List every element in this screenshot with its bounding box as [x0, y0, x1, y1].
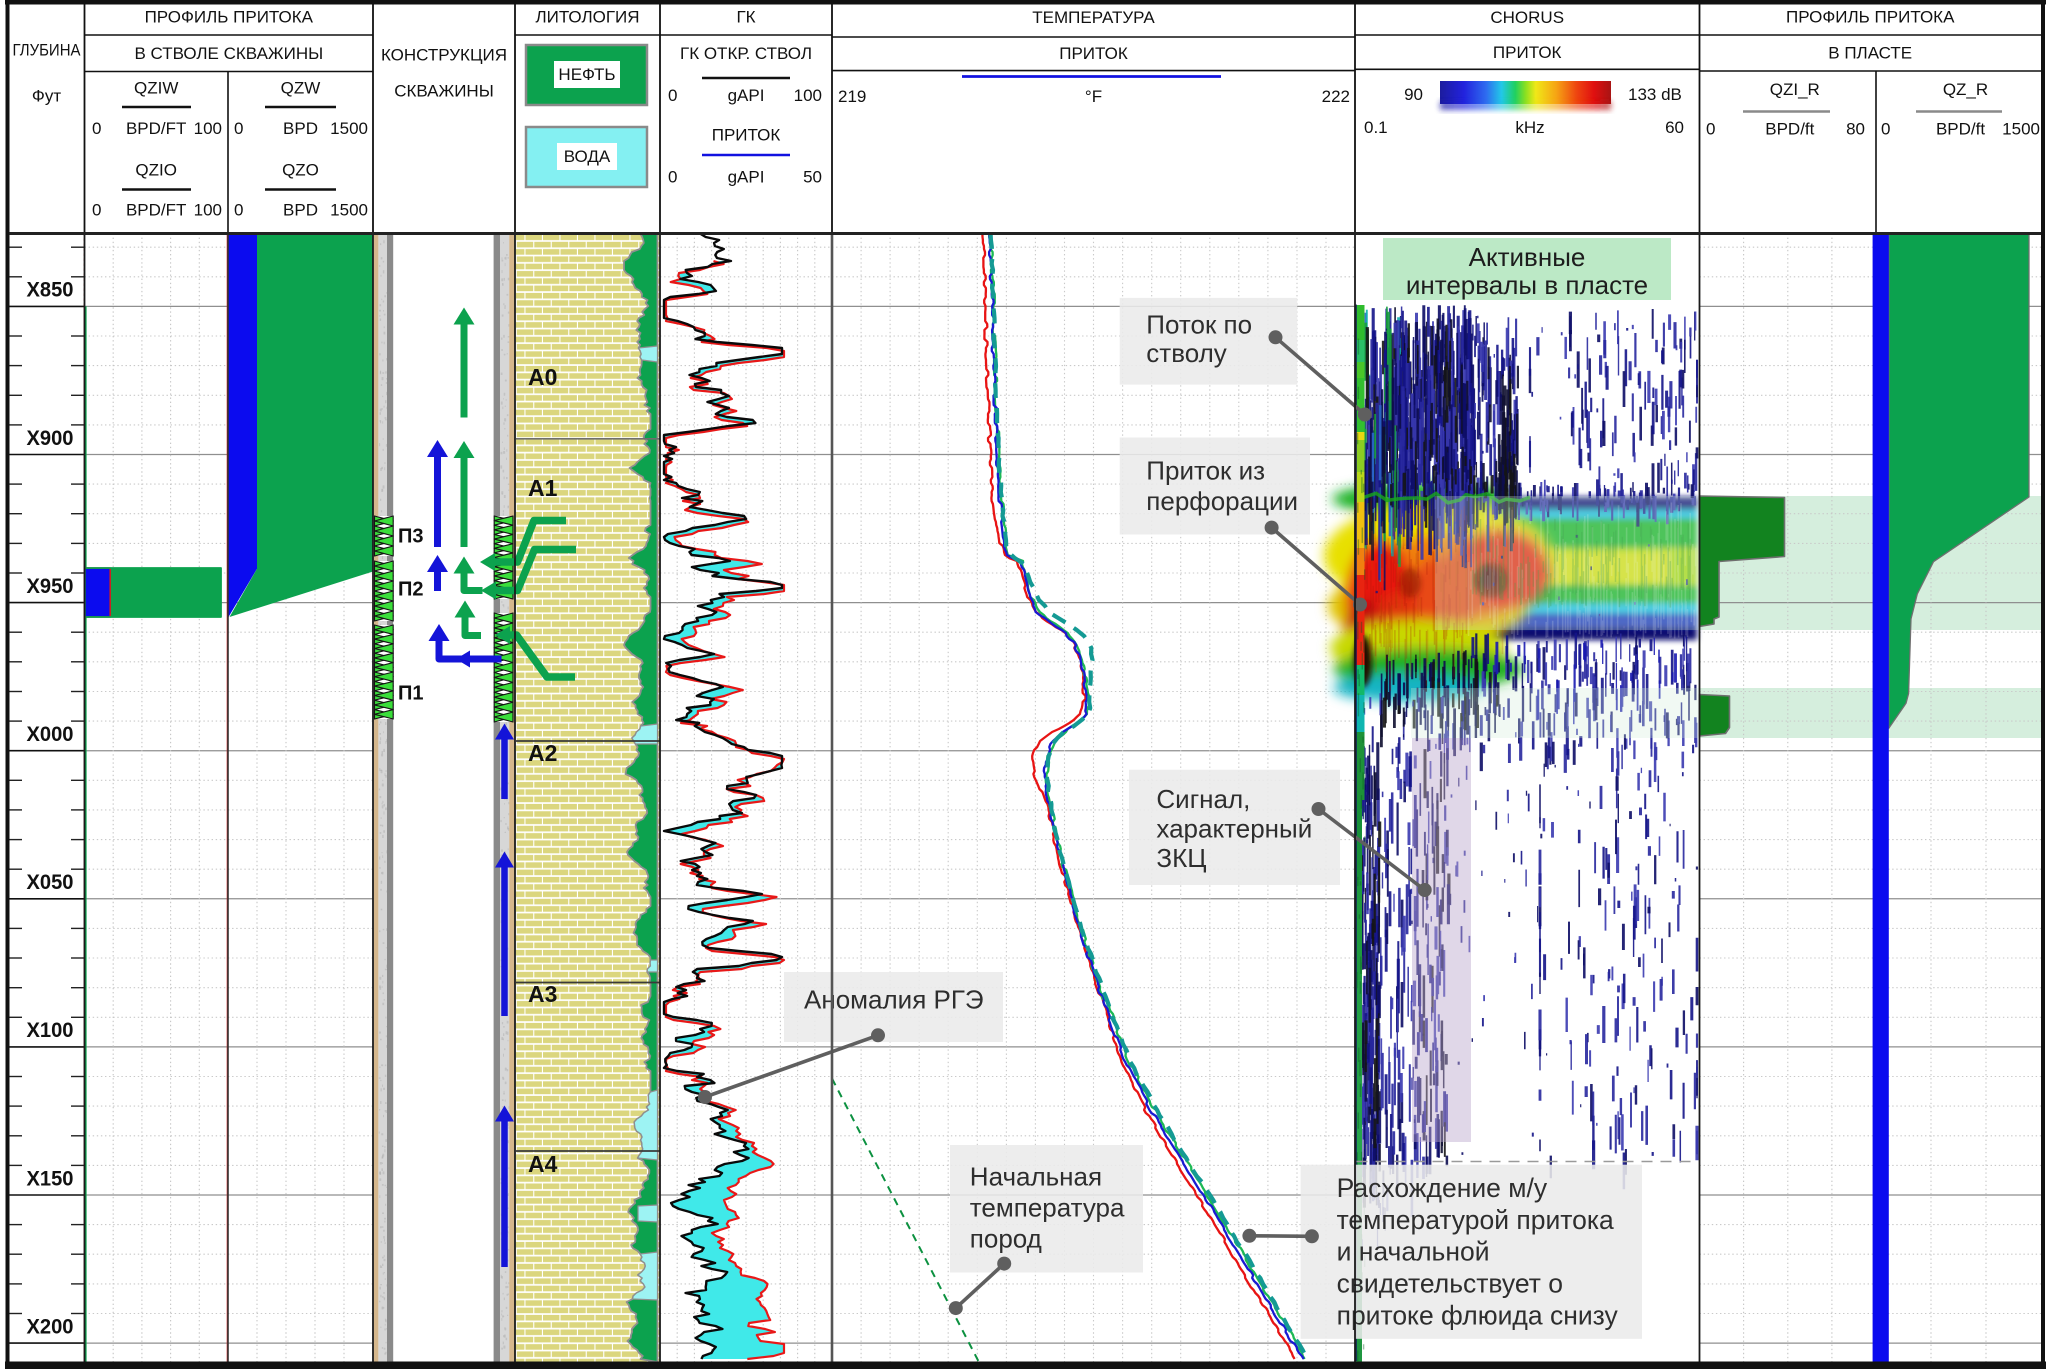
svg-text:Поток по: Поток по	[1146, 309, 1252, 339]
svg-text:BPD/ft: BPD/ft	[1765, 119, 1814, 138]
svg-text:ВОДА: ВОДА	[564, 147, 611, 166]
svg-text:133 dB: 133 dB	[1628, 85, 1682, 104]
svg-text:kHz: kHz	[1515, 118, 1544, 137]
svg-text:свидетельствует о: свидетельствует о	[1337, 1269, 1563, 1299]
svg-text:0: 0	[234, 200, 243, 219]
svg-text:ПРИТОК: ПРИТОК	[1059, 44, 1128, 63]
svg-text:1500: 1500	[330, 119, 368, 138]
svg-text:Приток из: Приток из	[1146, 455, 1265, 485]
svg-text:пород: пород	[970, 1224, 1042, 1254]
svg-text:100: 100	[194, 200, 222, 219]
svg-text:ПРИТОК: ПРИТОК	[712, 125, 781, 144]
svg-text:0: 0	[92, 119, 101, 138]
svg-text:X950: X950	[27, 575, 74, 598]
svg-text:интервалы в пласте: интервалы в пласте	[1406, 270, 1648, 300]
svg-text:0.1: 0.1	[1364, 118, 1388, 137]
svg-text:Расхождение м/у: Расхождение м/у	[1337, 1173, 1548, 1203]
svg-text:A4: A4	[528, 1151, 558, 1177]
svg-text:X100: X100	[27, 1019, 74, 1042]
svg-text:0: 0	[234, 119, 243, 138]
svg-text:характерный: характерный	[1156, 814, 1312, 844]
svg-text:0: 0	[668, 86, 677, 105]
svg-text:X150: X150	[27, 1167, 74, 1190]
svg-text:0: 0	[1706, 119, 1715, 138]
svg-text:gAPI: gAPI	[728, 167, 765, 186]
svg-text:222: 222	[1322, 87, 1350, 106]
svg-text:и начальной: и начальной	[1337, 1237, 1490, 1267]
svg-text:ГК ОТКР. СТВОЛ: ГК ОТКР. СТВОЛ	[680, 44, 812, 63]
svg-text:Активные: Активные	[1469, 242, 1586, 272]
svg-text:перфорации: перфорации	[1146, 486, 1298, 516]
svg-text:0: 0	[668, 167, 677, 186]
svg-text:X200: X200	[27, 1315, 74, 1338]
svg-text:X000: X000	[27, 723, 74, 746]
svg-text:A2: A2	[528, 740, 557, 766]
svg-text:Фут: Фут	[32, 86, 61, 105]
svg-text:219: 219	[838, 87, 866, 106]
svg-text:°F: °F	[1085, 87, 1102, 106]
svg-text:CHORUS: CHORUS	[1490, 8, 1564, 27]
svg-text:СКВАЖИНЫ: СКВАЖИНЫ	[394, 81, 494, 100]
svg-text:0: 0	[92, 200, 101, 219]
svg-text:П3: П3	[398, 525, 424, 547]
svg-text:температура: температура	[970, 1192, 1125, 1222]
svg-text:BPD: BPD	[283, 119, 318, 138]
svg-text:ПРИТОК: ПРИТОК	[1493, 43, 1562, 62]
svg-text:QZI_R: QZI_R	[1770, 80, 1820, 99]
svg-text:A0: A0	[528, 364, 557, 390]
svg-text:60: 60	[1665, 118, 1684, 137]
svg-text:X050: X050	[27, 871, 74, 894]
svg-text:QZIO: QZIO	[135, 160, 177, 179]
svg-text:П2: П2	[398, 578, 424, 600]
svg-text:притоке флюида снизу: притоке флюида снизу	[1337, 1301, 1619, 1331]
svg-text:НЕФТЬ: НЕФТЬ	[558, 65, 615, 84]
svg-text:ТЕМПЕРАТУРА: ТЕМПЕРАТУРА	[1032, 8, 1155, 27]
svg-text:100: 100	[194, 119, 222, 138]
svg-text:QZIW: QZIW	[134, 78, 178, 97]
svg-text:Начальная: Начальная	[970, 1161, 1102, 1191]
svg-text:температурой притока: температурой притока	[1337, 1205, 1614, 1235]
svg-text:QZO: QZO	[282, 160, 319, 179]
svg-text:В СТВОЛЕ СКВАЖИНЫ: В СТВОЛЕ СКВАЖИНЫ	[134, 44, 323, 63]
svg-text:BPD: BPD	[283, 200, 318, 219]
svg-text:1500: 1500	[330, 200, 368, 219]
svg-text:100: 100	[794, 86, 822, 105]
svg-text:В ПЛАСТЕ: В ПЛАСТЕ	[1828, 43, 1912, 62]
svg-text:A3: A3	[528, 981, 557, 1007]
svg-text:ПРОФИЛЬ ПРИТОКА: ПРОФИЛЬ ПРИТОКА	[145, 7, 314, 26]
svg-text:gAPI: gAPI	[728, 86, 765, 105]
svg-text:ГЛУБИНА: ГЛУБИНА	[13, 40, 82, 59]
svg-text:A1: A1	[528, 475, 558, 501]
svg-text:1500: 1500	[2002, 119, 2040, 138]
svg-text:0: 0	[1881, 119, 1890, 138]
svg-text:BPD/FT: BPD/FT	[126, 200, 186, 219]
svg-text:QZ_R: QZ_R	[1943, 80, 1988, 99]
svg-text:КОНСТРУКЦИЯ: КОНСТРУКЦИЯ	[381, 45, 507, 64]
svg-text:BPD/FT: BPD/FT	[126, 119, 186, 138]
svg-text:50: 50	[803, 167, 822, 186]
svg-text:ГК: ГК	[736, 7, 755, 26]
svg-text:Сигнал,: Сигнал,	[1156, 784, 1250, 814]
svg-text:ПРОФИЛЬ ПРИТОКА: ПРОФИЛЬ ПРИТОКА	[1786, 7, 1955, 26]
svg-text:стволу: стволу	[1146, 338, 1227, 368]
svg-text:80: 80	[1846, 119, 1865, 138]
svg-text:X900: X900	[27, 427, 74, 450]
svg-text:QZW: QZW	[281, 78, 321, 97]
svg-text:BPD/ft: BPD/ft	[1936, 119, 1985, 138]
svg-text:90: 90	[1404, 85, 1423, 104]
svg-text:ЗКЦ: ЗКЦ	[1156, 843, 1206, 873]
svg-text:ЛИТОЛОГИЯ: ЛИТОЛОГИЯ	[535, 7, 639, 26]
svg-text:X850: X850	[27, 279, 74, 302]
svg-text:П1: П1	[398, 682, 424, 704]
